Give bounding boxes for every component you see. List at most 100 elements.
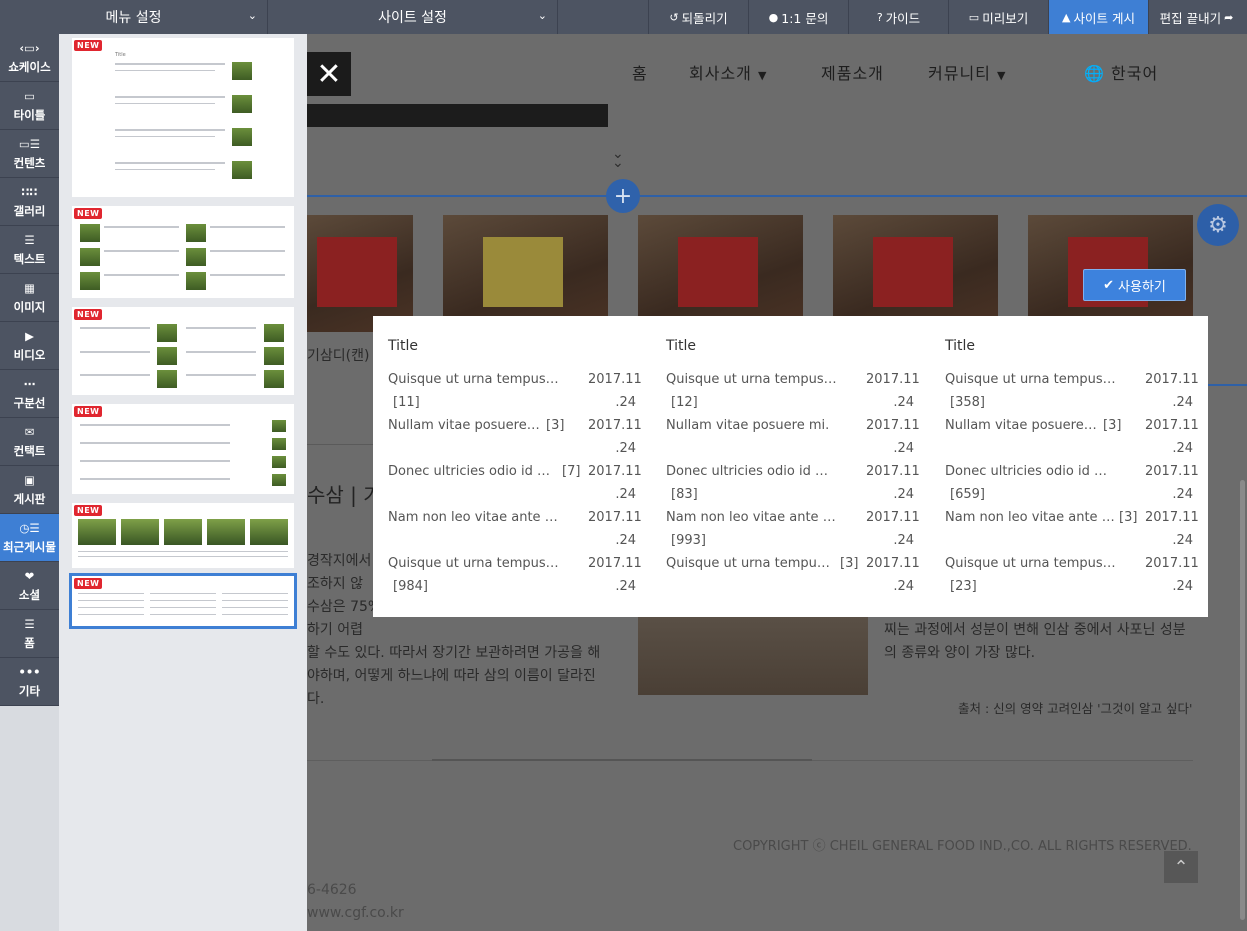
post-row[interactable]: Quisque ut urna tempus, ... [3] 2017.11 .24 xyxy=(666,552,920,596)
post-title[interactable]: Nullam vitae posuere mi. xyxy=(945,414,1099,437)
post-title[interactable]: Donec ultricies odio id mi ... xyxy=(945,460,1117,483)
sidebar-item-video[interactable]: ▶ 비디오 xyxy=(0,322,59,370)
template-thumbnail-4[interactable]: NEW xyxy=(72,404,294,494)
post-date-line: .24 xyxy=(893,533,914,548)
sidebar-item-content[interactable]: ▭☰ 컨텐츠 xyxy=(0,130,59,178)
guide-button[interactable]: ? 가이드 xyxy=(848,0,948,34)
post-title[interactable]: Quisque ut urna tempus. ... xyxy=(945,368,1117,391)
double-chevron-down-icon: ⌄ ⌄ xyxy=(612,146,624,171)
nav-language[interactable]: 🌐 한국어 xyxy=(1084,60,1158,84)
sidebar-item-label: 텍스트 xyxy=(13,252,46,266)
sidebar-item-label: 쇼케이스 xyxy=(8,60,51,74)
post-row[interactable]: Quisque ut urna tempus. ... [11] 2017.11 .2… xyxy=(388,368,642,412)
nav-home[interactable]: 홈 xyxy=(632,60,648,84)
template-thumbnail-5[interactable]: NEW xyxy=(72,503,294,568)
post-row[interactable]: Donec ultricies odio id mi ... [7] 2017.11… xyxy=(388,460,642,504)
post-row[interactable]: Quisque ut urna tempus. ... [358] 2017.11.… xyxy=(945,368,1199,412)
sidebar-item-recent-posts[interactable]: ◷☰ 최근게시물 xyxy=(0,514,59,562)
post-title[interactable]: Nullam vitae posuere mi. xyxy=(388,414,542,437)
sidebar-item-board[interactable]: ▣ 게시판 xyxy=(0,466,59,514)
sidebar-item-form[interactable]: ☰ 폼 xyxy=(0,610,59,658)
nav-about[interactable]: 회사소개 ▼ xyxy=(689,60,767,84)
caret-down-icon: ▼ xyxy=(757,69,768,82)
body-text-line: 할 수도 있다. 따라서 장기간 보관하려면 가공을 해 xyxy=(307,645,601,661)
nav-about-label: 회사소개 xyxy=(689,64,752,83)
sidebar-item-divider[interactable]: ⋯ 구분선 xyxy=(0,370,59,418)
sidebar-item-gallery[interactable]: ∷∷ 갤러리 xyxy=(0,178,59,226)
sidebar-item-showcase[interactable]: ‹▭› 쇼케이스 xyxy=(0,34,59,82)
post-date-line: 2017.11 xyxy=(588,556,642,571)
new-badge: NEW xyxy=(74,578,103,589)
body-text-line: 다. xyxy=(307,691,325,707)
body-text-line: 찌는 과정에서 성분이 변해 인삼 중에서 사포닌 성분 xyxy=(884,622,1186,638)
post-title[interactable]: Quisque ut urna tempus, ... xyxy=(388,552,560,575)
undo-button[interactable]: ↺ 되돌리기 xyxy=(648,0,748,34)
post-row[interactable]: Nam non leo vitae ante a... [993] 2017.11.… xyxy=(666,506,920,550)
close-icon[interactable]: ✕ xyxy=(307,52,351,96)
post-date-line: 2017.11 xyxy=(866,464,920,479)
template-thumbnail-2[interactable]: NEW xyxy=(72,206,294,298)
sidebar-item-contact[interactable]: ✉ 컨택트 xyxy=(0,418,59,466)
widget-template-panel: NEW Title NEW NEW NEW NEW NEW xyxy=(59,34,307,931)
post-title[interactable]: Nam non leo vitae ante a... xyxy=(945,506,1115,529)
post-row[interactable]: Donec ultricies odio id mi ... [659] 2017.… xyxy=(945,460,1199,506)
post-row[interactable]: Nullam vitae posuere mi. 2017.11 .24 xyxy=(666,414,920,458)
post-title[interactable]: Nam non leo vitae ante a... xyxy=(388,506,560,529)
post-row[interactable]: Nam non leo vitae ante a... [3] 2017.11 .24 xyxy=(945,506,1199,550)
site-settings-dropdown[interactable]: 사이트 설정 ⌄ xyxy=(268,0,558,34)
post-row[interactable]: Nullam vitae posuere mi. [3] 2017.11 .24 xyxy=(945,414,1199,458)
post-row[interactable]: Nam non leo vitae ante a... 2017.11 .24 xyxy=(388,506,642,550)
scroll-to-top-button[interactable]: ⌃ xyxy=(1164,851,1198,883)
post-date-line: .24 xyxy=(1172,441,1193,456)
sidebar-item-text[interactable]: ☰ 텍스트 xyxy=(0,226,59,274)
post-title[interactable]: Donec ultricies odio id mi ... xyxy=(388,460,558,483)
post-row[interactable]: Quisque ut urna tempus, ... [984] 2017.11.… xyxy=(388,552,642,596)
post-title[interactable]: Donec ultricies odio id mi ... xyxy=(666,460,838,483)
use-template-button[interactable]: ✔ 사용하기 xyxy=(1083,269,1186,301)
menu-settings-dropdown[interactable]: 메뉴 설정 ⌄ xyxy=(0,0,268,34)
post-date: 2017.11 .24 xyxy=(1145,460,1199,506)
product-image xyxy=(443,215,608,332)
comment-count: [3] xyxy=(1119,510,1138,525)
sidebar-item-more[interactable]: ••• 기타 xyxy=(0,658,59,706)
finish-edit-button[interactable]: 편집 끝내기 ➦ xyxy=(1148,0,1247,34)
publish-site-button[interactable]: ▲ 사이트 게시 xyxy=(1048,0,1148,34)
post-date: 2017.11 .24 xyxy=(1145,552,1199,598)
new-badge: NEW xyxy=(74,40,103,51)
post-date-line: .24 xyxy=(615,441,636,456)
section-divider-line xyxy=(307,195,1247,197)
sidebar-item-title[interactable]: ▭ 타이틀 xyxy=(0,82,59,130)
post-row[interactable]: Quisque ut urna tempus, ... [23] 2017.11 .2… xyxy=(945,552,1199,598)
template-thumbnail-1[interactable]: NEW Title xyxy=(72,38,294,197)
add-section-button[interactable]: + xyxy=(606,179,640,213)
post-date-line: 2017.11 xyxy=(1145,372,1199,387)
form-icon: ☰ xyxy=(24,617,35,631)
scrollbar[interactable] xyxy=(1240,480,1245,920)
body-text-right: 찌는 과정에서 성분이 변해 인삼 중에서 사포닌 성분 의 종류와 양이 가장 … xyxy=(884,619,1204,665)
post-row[interactable]: Donec ultricies odio id mi ... [83] 2017.1… xyxy=(666,460,920,506)
post-date-line: .24 xyxy=(893,441,914,456)
preview-button[interactable]: ▭ 미리보기 xyxy=(948,0,1048,34)
post-date: 2017.11 .24 xyxy=(866,460,920,506)
post-title[interactable]: Quisque ut urna tempus. ... xyxy=(388,368,560,391)
post-title[interactable]: Quisque ut urna tempus, ... xyxy=(666,552,836,575)
gear-icon[interactable]: ⚙ xyxy=(1197,204,1239,246)
sidebar-item-social[interactable]: ❤ 소셜 xyxy=(0,562,59,610)
post-title[interactable]: Nam non leo vitae ante a... xyxy=(666,506,838,529)
nav-community[interactable]: 커뮤니티 ▼ xyxy=(928,60,1006,84)
footer-website[interactable]: www.cgf.co.kr xyxy=(307,905,404,921)
nav-products[interactable]: 제품소개 xyxy=(821,60,884,84)
post-title[interactable]: Quisque ut urna tempus, ... xyxy=(945,552,1117,575)
post-row[interactable]: Nullam vitae posuere mi. [3] 2017.11 .24 xyxy=(388,414,642,458)
post-row[interactable]: Quisque ut urna tempus. ... [12] 2017.11 .2… xyxy=(666,368,920,412)
post-title[interactable]: Quisque ut urna tempus. ... xyxy=(666,368,838,391)
sidebar-item-image[interactable]: ▦ 이미지 xyxy=(0,274,59,322)
post-date-line: .24 xyxy=(893,487,914,502)
comment-count: [984] xyxy=(393,579,428,594)
post-title[interactable]: Nullam vitae posuere mi. xyxy=(666,414,838,437)
template-thumbnail-3[interactable]: NEW xyxy=(72,307,294,395)
post-date-line: .24 xyxy=(893,579,914,594)
board-icon: ▣ xyxy=(24,473,35,487)
template-thumbnail-6-selected[interactable]: NEW xyxy=(69,573,297,629)
inquiry-button[interactable]: ● 1:1 문의 xyxy=(748,0,848,34)
